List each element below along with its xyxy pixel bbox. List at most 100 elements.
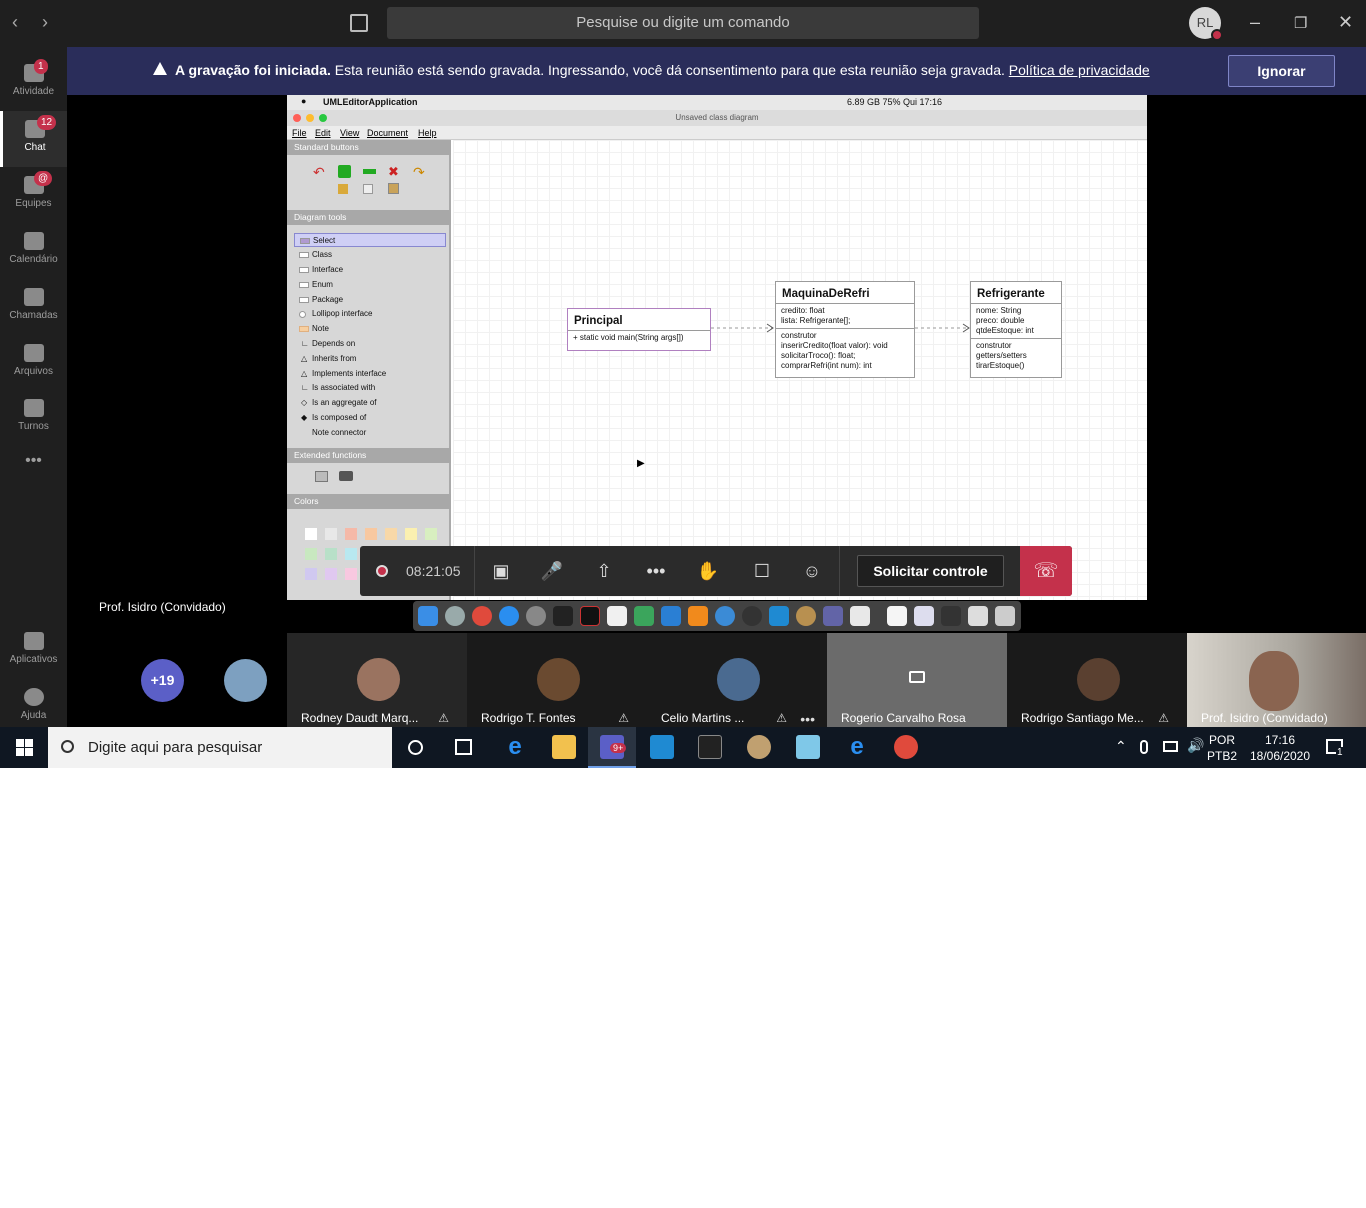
- paste-icon[interactable]: [388, 183, 399, 194]
- copy-icon[interactable]: [363, 184, 373, 194]
- iterm-icon[interactable]: [580, 606, 600, 626]
- textedit-icon[interactable]: [607, 606, 627, 626]
- minimize-icon[interactable]: –: [1250, 12, 1260, 33]
- file-explorer-icon[interactable]: [552, 735, 576, 759]
- terminal-taskbar-icon[interactable]: [698, 735, 722, 759]
- sublime-icon[interactable]: [688, 606, 708, 626]
- vscode-taskbar-icon[interactable]: [650, 735, 674, 759]
- chat-icon[interactable]: ☐: [749, 560, 775, 582]
- color-swatch[interactable]: [345, 548, 357, 560]
- color-swatch[interactable]: [405, 528, 417, 540]
- trash-icon[interactable]: [995, 606, 1015, 626]
- browser-icon[interactable]: [715, 606, 735, 626]
- class-refrigerante[interactable]: Refrigerante nome: String preco: double …: [970, 281, 1062, 378]
- ie-icon[interactable]: e: [845, 735, 869, 759]
- diagram-canvas[interactable]: Principal + static void main(String args…: [453, 140, 1147, 600]
- mic-off-icon[interactable]: 🎤: [539, 560, 565, 582]
- palette-header-standard[interactable]: Standard buttons: [287, 140, 451, 155]
- preview-icon[interactable]: [914, 606, 934, 626]
- participant-tile[interactable]: Rogerio Carvalho Rosa: [827, 633, 1007, 727]
- redo-icon[interactable]: ↷: [413, 164, 425, 181]
- tray-chevron-icon[interactable]: ⌃: [1115, 738, 1127, 754]
- chrome-taskbar-icon[interactable]: [894, 735, 918, 759]
- camera-icon[interactable]: [339, 471, 353, 481]
- rail-item-equipes[interactable]: @ Equipes: [0, 167, 67, 223]
- tool-inherits[interactable]: △ Inherits from: [294, 352, 446, 366]
- menu-document[interactable]: Document: [367, 128, 408, 138]
- cortana-icon[interactable]: [408, 740, 423, 755]
- palette-header-extended[interactable]: Extended functions: [287, 448, 451, 463]
- mac-zoom-icon[interactable]: [319, 114, 327, 122]
- obs-icon[interactable]: [742, 606, 762, 626]
- tool-composed[interactable]: ◆ Is composed of: [294, 411, 446, 425]
- participant-tile[interactable]: Rodrigo Santiago Me... ⚠: [1007, 633, 1187, 727]
- class-maquinaderefri[interactable]: MaquinaDeRefri credito: float lista: Ref…: [775, 281, 915, 378]
- screenshot-icon[interactable]: [941, 606, 961, 626]
- more-icon[interactable]: •••: [800, 711, 815, 727]
- request-control-button[interactable]: Solicitar controle: [857, 555, 1004, 587]
- color-swatch[interactable]: [385, 528, 397, 540]
- rail-item-more[interactable]: •••: [0, 452, 67, 508]
- tool-select[interactable]: Select: [294, 233, 446, 247]
- clock[interactable]: 17:16 18/06/2020: [1244, 732, 1316, 764]
- color-swatch[interactable]: [305, 568, 317, 580]
- user-avatar[interactable]: RL: [1189, 7, 1223, 41]
- launchpad-icon[interactable]: [445, 606, 465, 626]
- camera-off-icon[interactable]: ▣: [488, 560, 514, 582]
- java-icon[interactable]: [850, 606, 870, 626]
- back-icon[interactable]: ‹: [12, 12, 18, 33]
- rail-item-calendario[interactable]: Calendário: [0, 223, 67, 279]
- app-icon[interactable]: [796, 735, 820, 759]
- close-icon[interactable]: ✕: [1338, 12, 1353, 33]
- raise-hand-icon[interactable]: ✋: [695, 560, 721, 582]
- color-swatch[interactable]: [325, 568, 337, 580]
- tool-package[interactable]: Package: [294, 293, 446, 307]
- menu-file[interactable]: File: [292, 128, 307, 138]
- tool-implements[interactable]: △ Implements interface: [294, 367, 446, 381]
- window-icon[interactable]: [968, 606, 988, 626]
- terminal-icon[interactable]: [553, 606, 573, 626]
- palette-header-colors[interactable]: Colors: [287, 494, 451, 509]
- paint-icon[interactable]: [747, 735, 771, 759]
- gimp-icon[interactable]: [796, 606, 816, 626]
- participant-tile[interactable]: Celio Martins ... ⚠ •••: [647, 633, 827, 727]
- mac-minimize-icon[interactable]: [306, 114, 314, 122]
- color-swatch[interactable]: [345, 568, 357, 580]
- chrome-icon[interactable]: [472, 606, 492, 626]
- app-store-icon[interactable]: [499, 606, 519, 626]
- rail-item-chamadas[interactable]: Chamadas: [0, 279, 67, 335]
- numbers-icon[interactable]: [634, 606, 654, 626]
- palette-header-diagram[interactable]: Diagram tools: [287, 210, 451, 225]
- forward-icon[interactable]: ›: [42, 12, 48, 33]
- participant-tile[interactable]: Rodrigo T. Fontes ⚠: [467, 633, 647, 727]
- windows-start-icon[interactable]: [16, 739, 33, 756]
- color-swatch[interactable]: [305, 548, 317, 560]
- keynote-icon[interactable]: [661, 606, 681, 626]
- finder-icon[interactable]: [418, 606, 438, 626]
- tool-depends[interactable]: ∟ Depends on: [294, 337, 446, 351]
- color-swatch[interactable]: [305, 528, 317, 540]
- volume-icon[interactable]: 🔊: [1187, 737, 1204, 753]
- tool-lollipop[interactable]: Lollipop interface: [294, 307, 446, 321]
- color-swatch[interactable]: [325, 528, 337, 540]
- color-swatch[interactable]: [325, 548, 337, 560]
- participants-icon[interactable]: ☺: [799, 560, 825, 582]
- tool-enum[interactable]: Enum: [294, 278, 446, 292]
- more-options-icon[interactable]: •••: [643, 560, 669, 582]
- tool-note[interactable]: Note: [294, 322, 446, 336]
- ignore-button[interactable]: Ignorar: [1228, 55, 1335, 87]
- color-swatch[interactable]: [425, 528, 437, 540]
- mac-close-icon[interactable]: [293, 114, 301, 122]
- menu-view[interactable]: View: [340, 128, 359, 138]
- privacy-link[interactable]: Política de privacidade: [1009, 62, 1150, 78]
- restore-icon[interactable]: ❐: [1294, 14, 1307, 32]
- rail-item-chat[interactable]: 12 Chat: [0, 111, 67, 167]
- microphone-icon[interactable]: [1140, 740, 1148, 754]
- compose-icon[interactable]: [350, 14, 368, 32]
- rail-item-atividade[interactable]: 1 Atividade: [0, 55, 67, 111]
- taskbar-search-input[interactable]: Digite aqui para pesquisar: [48, 727, 392, 768]
- search-input[interactable]: Pesquise ou digite um comando: [387, 7, 979, 39]
- color-swatch[interactable]: [365, 528, 377, 540]
- cut-icon[interactable]: [338, 184, 348, 194]
- more-participants-button[interactable]: +19: [141, 659, 184, 702]
